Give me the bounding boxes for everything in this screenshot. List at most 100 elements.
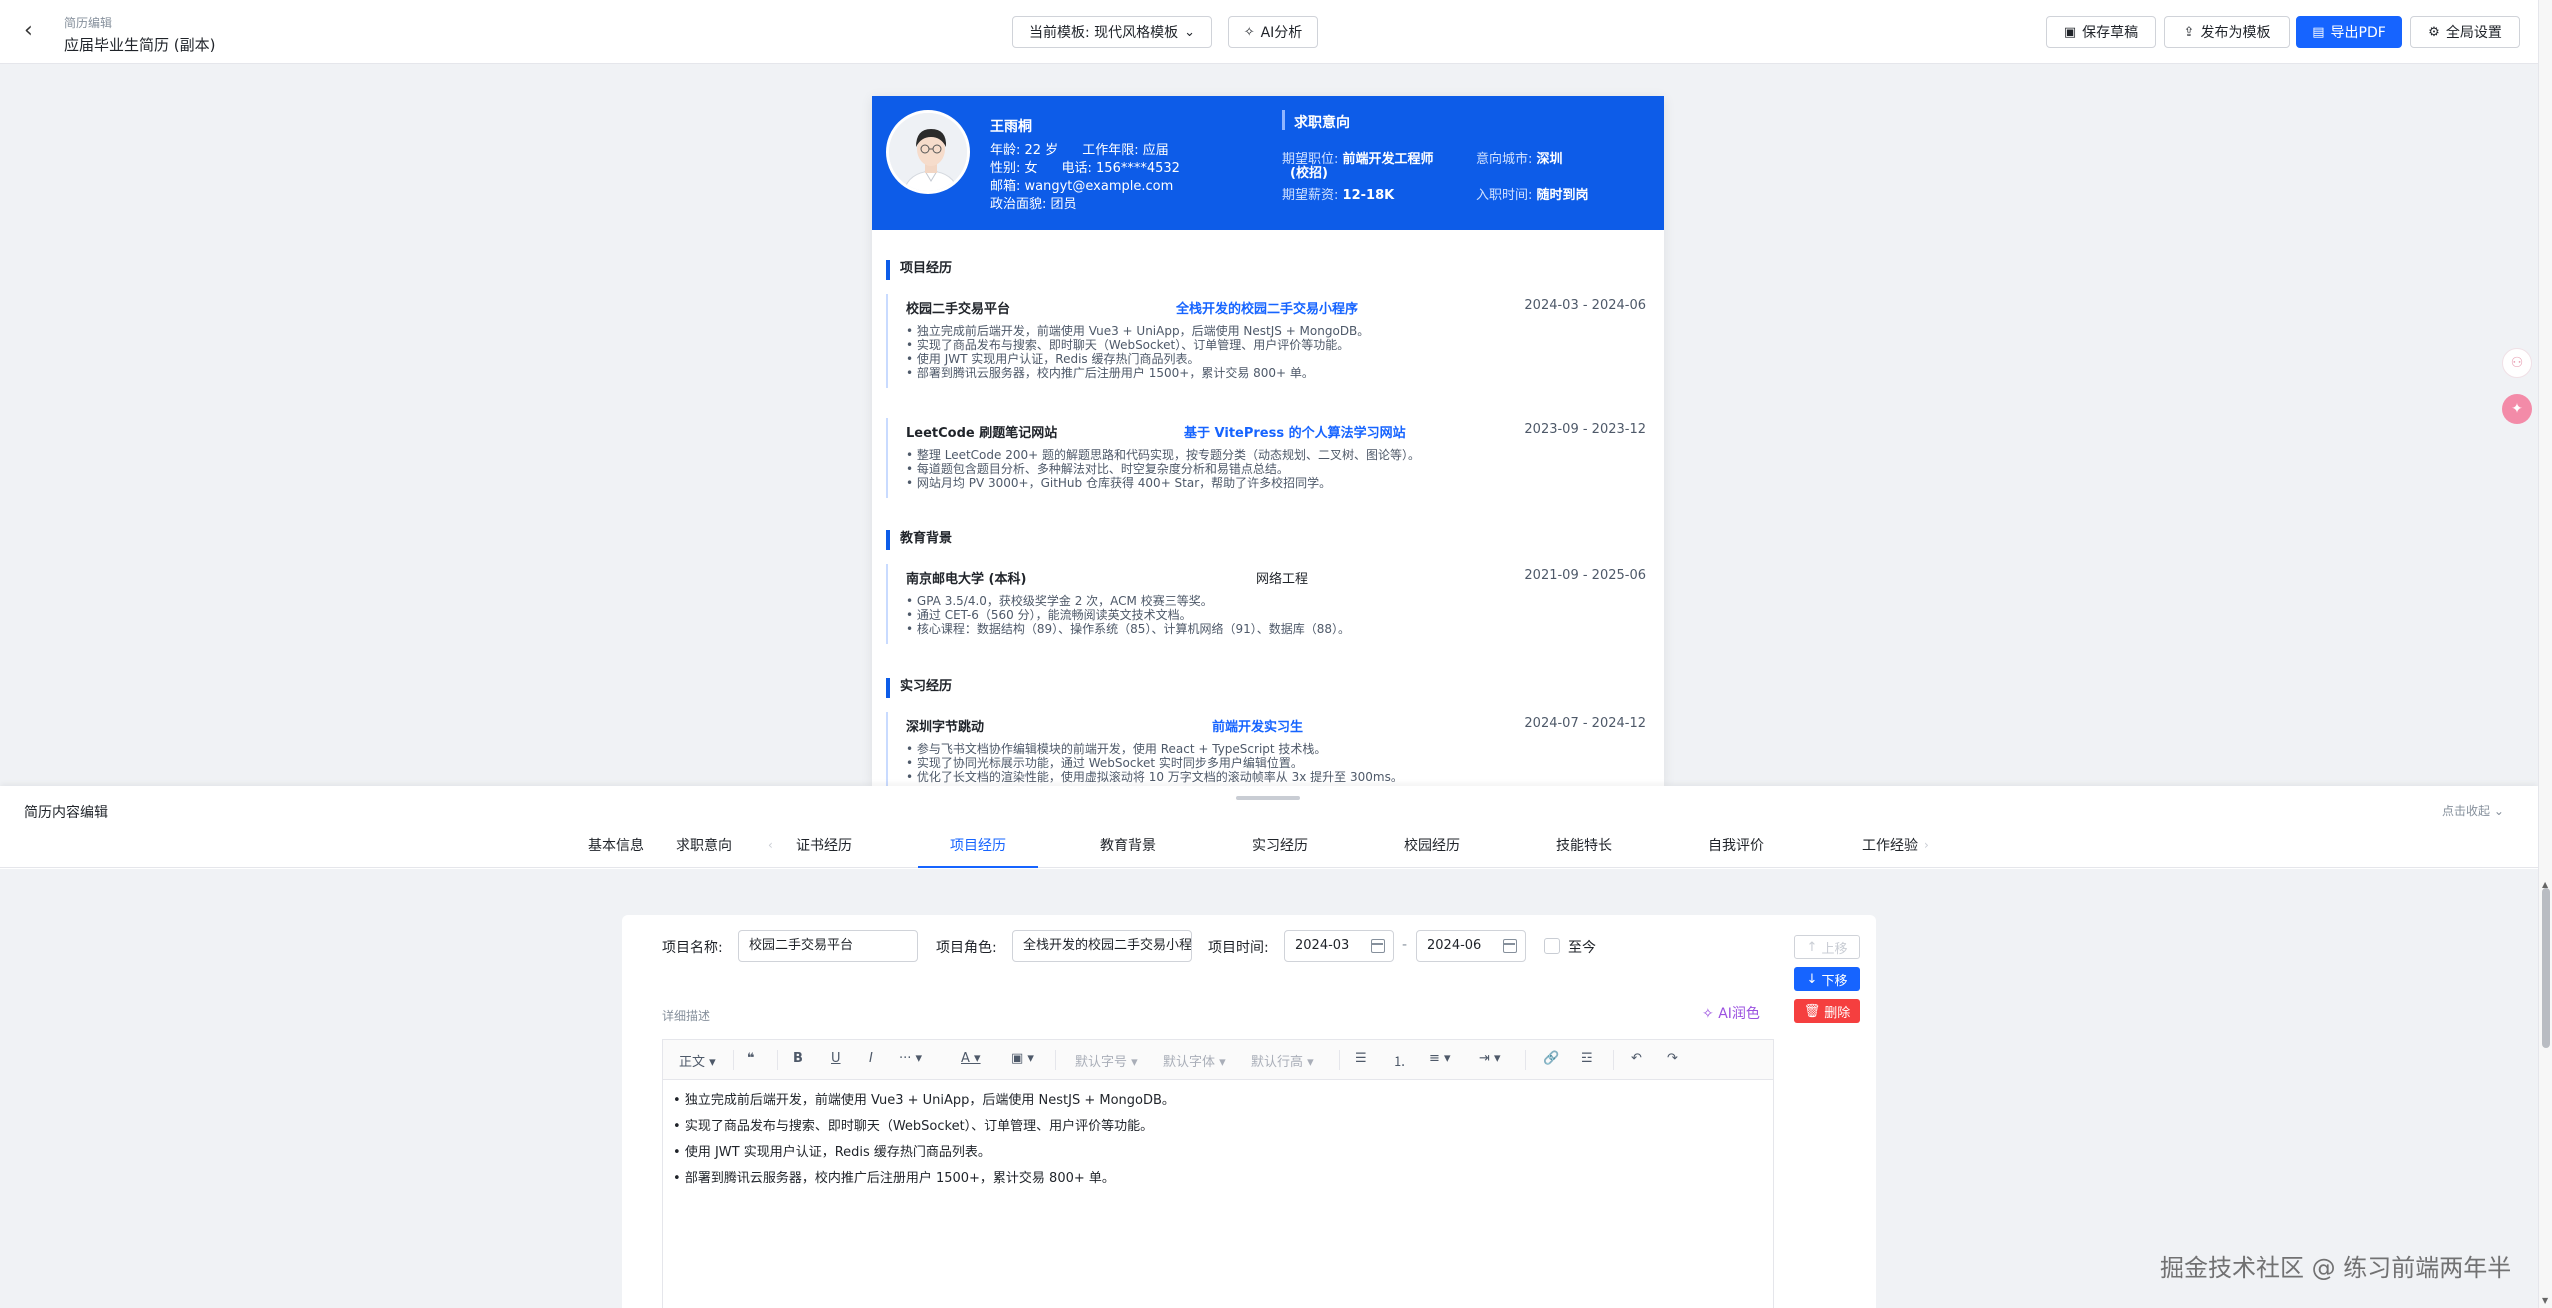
toolbar-divider (777, 1050, 778, 1070)
undo-icon[interactable]: ↶ (1631, 1051, 1642, 1066)
item-name: 校园二手交易平台 (906, 302, 1011, 317)
tab-education[interactable]: 教育背景 (1100, 826, 1156, 868)
editor-line: • 部署到腾讯云服务器，校内推广后注册用户 1500+，累计交易 800+ 单。 (673, 1171, 1115, 1186)
sparkle-icon: ✧ (1702, 1006, 1714, 1022)
present-checkbox[interactable] (1544, 938, 1560, 954)
align-icon[interactable]: ≡ ▾ (1429, 1051, 1451, 1066)
redo-icon[interactable]: ↷ (1667, 1051, 1678, 1066)
publish-template-label: 发布为模板 (2200, 25, 2271, 41)
section-title: 实习经历 (886, 676, 1646, 698)
end-date-picker[interactable]: 2024-06 (1416, 930, 1526, 962)
global-settings-button[interactable]: ⚙ 全局设置 (2410, 16, 2520, 48)
item-bullets: 独立完成前后端开发，前端使用 Vue3 + UniApp，后端使用 NestJS… (906, 320, 1646, 380)
collapse-button[interactable]: 点击收起 ⌄ (2442, 802, 2504, 819)
underline-icon[interactable]: U (831, 1051, 841, 1066)
panel-title: 简历内容编辑 (24, 805, 108, 821)
float-translate-icon[interactable]: ✦ (2502, 394, 2532, 424)
list-item: 参与飞书文档协作编辑模块的前端开发，使用 React + TypeScript … (906, 742, 1646, 756)
toolbar-divider (1525, 1050, 1526, 1070)
move-down-button[interactable]: ↓ 下移 (1794, 967, 1860, 991)
tab-work[interactable]: 工作经验 (1862, 826, 1918, 868)
project-name-input[interactable]: 校园二手交易平台 (738, 930, 918, 962)
start-date-picker[interactable]: 2024-03 (1284, 930, 1394, 962)
project-item: 校园二手交易平台 全栈开发的校园二手交易小程序 2024-03 - 2024-0… (886, 294, 1646, 388)
float-tool-icon[interactable]: ⚇ (2502, 348, 2532, 378)
template-select[interactable]: 当前模板: 现代风格模板 ⌄ (1012, 16, 1212, 48)
editor-line: • 独立完成前后端开发，前端使用 Vue3 + UniApp，后端使用 Nest… (673, 1093, 1175, 1108)
tab-certificates[interactable]: 证书经历 (796, 826, 852, 868)
toolbar-divider (733, 1050, 734, 1070)
tab-self-eval[interactable]: 自我评价 (1708, 826, 1764, 868)
export-pdf-label: 导出PDF (2330, 25, 2386, 41)
editor-line: • 实现了商品发布与搜索、即时聊天（WebSocket）、订单管理、用户评价等功… (673, 1119, 1154, 1134)
font-family-select[interactable]: 默认字体 ▾ (1163, 1051, 1226, 1070)
intent-start-value: 随时到岗 (1536, 188, 1589, 203)
list-item: 整理 LeetCode 200+ 题的解题思路和代码实现，按专题分类（动态规划、… (906, 448, 1646, 462)
export-pdf-button[interactable]: ▤ 导出PDF (2296, 16, 2402, 48)
resume-preview: 王雨桐 年龄: 22 岁 工作年限: 应届 性别: 女 电话: 156****453… (872, 96, 1664, 786)
section-education: 教育背景 南京邮电大学 (本科) 网络工程 2021-09 - 2025-06 … (886, 528, 1646, 644)
drag-handle[interactable] (1236, 796, 1300, 800)
font-size-value: 默认字号 (1075, 1055, 1128, 1070)
editor-line-text: 独立完成前后端开发，前端使用 Vue3 + UniApp，后端使用 NestJS… (684, 1093, 1175, 1108)
list-item: 每道题包含题目分析、多种解法对比、时空复杂度分析和易错点总结。 (906, 462, 1646, 476)
ai-polish-button[interactable]: ✧ AI润色 (1702, 1003, 1760, 1023)
move-up-button[interactable]: ↑ 上移 (1794, 935, 1860, 959)
watermark: 掘金技术社区 @ 练习前端两年半 (2160, 1254, 2512, 1282)
project-item: LeetCode 刷题笔记网站 基于 VitePress 的个人算法学习网站 2… (886, 418, 1646, 498)
section-tabs: 基本信息 求职意向 ‹ 证书经历 项目经历 教育背景 实习经历 校园经历 技能特… (0, 826, 2538, 868)
education-item: 南京邮电大学 (本科) 网络工程 2021-09 - 2025-06 GPA 3… (886, 564, 1646, 644)
intent-position-extra: (校招) (1290, 162, 1328, 181)
tab-intern[interactable]: 实习经历 (1252, 826, 1308, 868)
quote-icon[interactable]: ❝ (747, 1051, 755, 1066)
rich-text-editor[interactable]: • 独立完成前后端开发，前端使用 Vue3 + UniApp，后端使用 Nest… (662, 1079, 1774, 1308)
item-bullets: 整理 LeetCode 200+ 题的解题思路和代码实现，按专题分类（动态规划、… (906, 444, 1646, 490)
chevron-right-icon[interactable]: › (1924, 838, 1929, 852)
line-height-value: 默认行高 (1251, 1055, 1304, 1070)
tab-basic[interactable]: 基本信息 (588, 826, 644, 868)
delete-button[interactable]: 🗑 删除 (1794, 999, 1860, 1023)
tab-skills[interactable]: 技能特长 (1556, 826, 1612, 868)
page-scrollbar[interactable]: ▲ ▼ (2538, 0, 2552, 1308)
edit-panel: 简历内容编辑 点击收起 ⌄ 基本信息 求职意向 ‹ 证书经历 项目经历 教育背景… (0, 786, 2538, 1308)
item-role: 网络工程 (1256, 572, 1309, 587)
link-icon[interactable]: 🔗 (1543, 1051, 1559, 1066)
resume-work-years: 工作年限: 应届 (1082, 143, 1169, 158)
indent-icon[interactable]: ⇥ ▾ (1479, 1051, 1501, 1066)
scrollbar-thumb[interactable] (2542, 888, 2550, 1048)
ai-analyze-label: AI分析 (1260, 25, 1303, 41)
toolbar-divider (1613, 1050, 1614, 1070)
tab-intent[interactable]: 求职意向 (676, 826, 732, 868)
project-role-input[interactable]: 全栈开发的校园二手交易小程序 (1012, 930, 1192, 962)
background-color-icon[interactable]: ▣ ▾ (1011, 1051, 1034, 1066)
font-color-icon[interactable]: A ▾ (961, 1051, 981, 1066)
section-intern: 实习经历 深圳字节跳动 前端开发实习生 2024-07 - 2024-12 参与… (886, 676, 1646, 786)
save-draft-button[interactable]: ▣ 保存草稿 (2046, 16, 2156, 48)
ai-analyze-button[interactable]: ✧ AI分析 (1228, 16, 1318, 48)
arrow-up-icon: ↑ (1806, 939, 1818, 955)
resume-email: 邮箱: wangyt@example.com (990, 179, 1174, 194)
font-size-select[interactable]: 默认字号 ▾ (1075, 1051, 1138, 1070)
intent-position-value: 前端开发工程师 (1342, 152, 1434, 167)
intent-city: 意向城市: 深圳 (1476, 148, 1563, 167)
tab-projects[interactable]: 项目经历 (918, 826, 1038, 868)
upload-icon: ⇪ (2183, 24, 2195, 40)
more-icon[interactable]: ··· ▾ (899, 1051, 922, 1066)
scroll-down-icon[interactable]: ▼ (2542, 1296, 2548, 1305)
section-title: 教育背景 (886, 528, 1646, 550)
tab-campus[interactable]: 校园经历 (1404, 826, 1460, 868)
item-time: 2021-09 - 2025-06 (1524, 568, 1646, 583)
chevron-left-icon[interactable]: ‹ (768, 838, 773, 852)
line-height-select[interactable]: 默认行高 ▾ (1251, 1051, 1314, 1070)
numbered-list-icon[interactable]: ⒈ (1393, 1051, 1406, 1070)
divider-line-icon[interactable]: ☲ (1581, 1051, 1593, 1066)
paragraph-select[interactable]: 正文 ▾ (679, 1051, 716, 1070)
italic-icon[interactable]: I (869, 1051, 873, 1066)
calendar-icon (1371, 939, 1385, 953)
publish-template-button[interactable]: ⇪ 发布为模板 (2164, 16, 2290, 48)
bold-icon[interactable]: B (793, 1051, 803, 1066)
gear-icon: ⚙ (2428, 24, 2440, 40)
edit-area: 项目名称: 校园二手交易平台 项目角色: 全栈开发的校园二手交易小程序 项目时间… (0, 869, 2538, 1308)
back-arrow-icon[interactable]: ‹ (24, 20, 48, 44)
bullet-list-icon[interactable]: ☰ (1355, 1051, 1367, 1066)
